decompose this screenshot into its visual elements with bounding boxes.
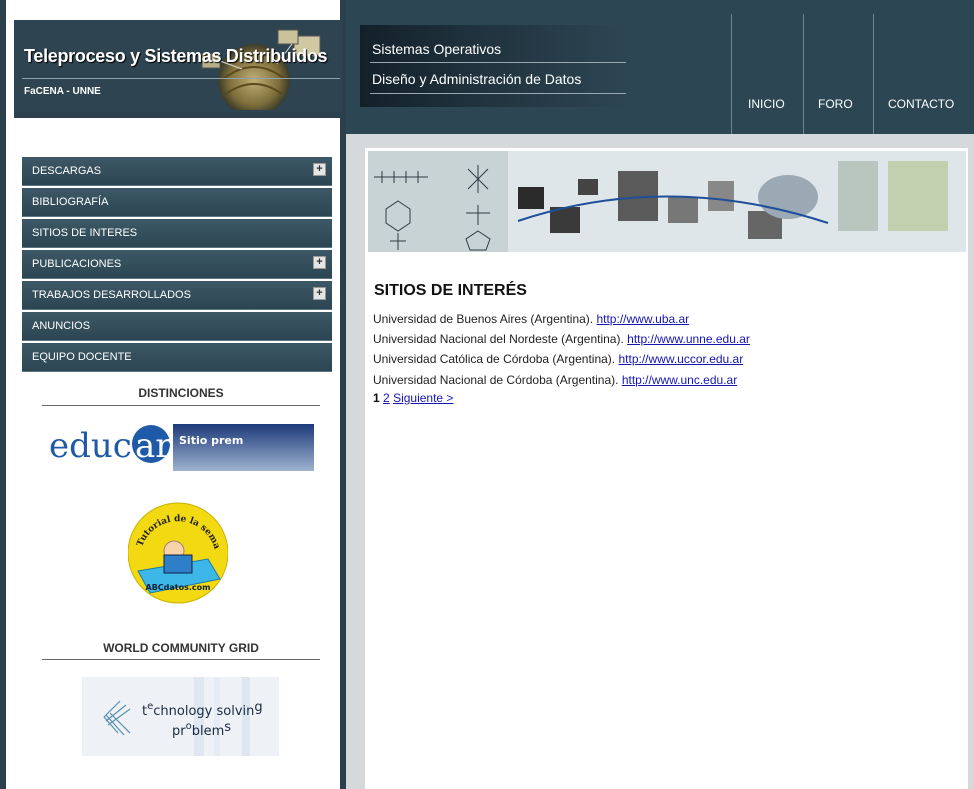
- site-subtitle: FaCENA - UNNE: [24, 86, 101, 97]
- sidebar-menu-label: BIBLIOGRAFÍA: [32, 196, 109, 208]
- site-name: Universidad Católica de Córdoba (Argenti…: [373, 352, 616, 366]
- site-row: Universidad Nacional del Nordeste (Argen…: [373, 332, 750, 346]
- nav-separator: [873, 14, 874, 134]
- sidebar-menu-item[interactable]: EQUIPO DOCENTE: [22, 343, 332, 372]
- site-link[interactable]: http://www.uba.ar: [596, 312, 689, 326]
- network-banner-image: [368, 151, 966, 252]
- wcg-text-line1-b: chnology solvin: [153, 704, 254, 719]
- wcg-text-line2-a: pr: [172, 724, 186, 739]
- nav-separator: [731, 14, 732, 134]
- nav-foro[interactable]: FORO: [818, 97, 853, 111]
- wcg-text-line2-sub: s: [224, 720, 231, 735]
- nav-diseno-datos[interactable]: Diseño y Administración de Datos: [372, 71, 581, 87]
- network-globe-icon: [201, 29, 321, 110]
- sidebar-menu-label: PUBLICACIONES: [32, 258, 122, 270]
- educar-premium-text: Sitio prem: [179, 434, 243, 447]
- current-page: 1: [373, 391, 380, 405]
- subject-nav-divider: [370, 62, 626, 63]
- wcg-rule: [42, 659, 320, 660]
- tutorial-bottom-text: ABCdatos.com: [146, 583, 211, 592]
- distinciones-heading: DISTINCIONES: [138, 386, 224, 400]
- site-row: Universidad Nacional de Córdoba (Argenti…: [373, 373, 737, 387]
- sidebar-menu-label: TRABAJOS DESARROLLADOS: [32, 289, 191, 301]
- header-divider: [22, 78, 340, 79]
- page-2-link[interactable]: 2: [383, 391, 390, 405]
- sidebar-menu-item[interactable]: BIBLIOGRAFÍA: [22, 188, 332, 217]
- subject-nav-divider: [370, 93, 626, 94]
- site-row: Universidad de Buenos Aires (Argentina).…: [373, 312, 689, 326]
- distinciones-rule: [42, 405, 320, 406]
- nav-sistemas-operativos[interactable]: Sistemas Operativos: [372, 41, 501, 57]
- subject-nav: Sistemas Operativos Diseño y Administrac…: [360, 25, 628, 107]
- site-link[interactable]: http://www.unc.edu.ar: [622, 373, 737, 387]
- sidebar-menu-label: SITIOS DE INTERES: [32, 227, 138, 239]
- educar-badge[interactable]: educ ar Sitio prem: [47, 424, 314, 471]
- next-page-link[interactable]: Siguiente >: [393, 391, 453, 405]
- site-link[interactable]: http://www.unne.edu.ar: [627, 332, 750, 346]
- world-community-grid-badge[interactable]: technology solving problems: [82, 677, 279, 756]
- sidebar-menu-label: ANUNCIOS: [32, 320, 91, 332]
- sidebar-menu-item[interactable]: PUBLICACIONES +: [22, 250, 332, 279]
- expand-plus-icon[interactable]: +: [313, 287, 326, 300]
- site-name: Universidad Nacional del Nordeste (Argen…: [373, 332, 624, 346]
- sidebar-menu-item[interactable]: TRABAJOS DESARROLLADOS +: [22, 281, 332, 310]
- left-rail: [0, 0, 6, 789]
- site-link[interactable]: http://www.uccor.edu.ar: [618, 352, 743, 366]
- site-name: Universidad Nacional de Córdoba (Argenti…: [373, 373, 619, 387]
- site-header: Teleproceso y Sistemas Distribuidos FaCE…: [14, 20, 342, 118]
- sidebar-menu-item[interactable]: ANUNCIOS: [22, 312, 332, 341]
- wcg-heading: WORLD COMMUNITY GRID: [103, 641, 259, 655]
- nav-contacto[interactable]: CONTACTO: [888, 97, 954, 111]
- sidebar-menu-item[interactable]: DESCARGAS +: [22, 157, 332, 186]
- sidebar-menu-item[interactable]: SITIOS DE INTERES: [22, 219, 332, 248]
- wcg-text-line2-b: blem: [192, 724, 225, 739]
- expand-plus-icon[interactable]: +: [313, 163, 326, 176]
- educar-logo-circle-text: ar: [135, 426, 172, 466]
- left-sidebar: Teleproceso y Sistemas Distribuidos FaCE…: [0, 0, 346, 789]
- site-name: Universidad de Buenos Aires (Argentina).: [373, 312, 594, 326]
- expand-plus-icon[interactable]: +: [313, 256, 326, 269]
- sidebar-menu-label: EQUIPO DOCENTE: [32, 351, 132, 363]
- site-row: Universidad Católica de Córdoba (Argenti…: [373, 352, 743, 366]
- pagination: 1 2 Siguiente >: [373, 391, 453, 405]
- tutorial-award-badge[interactable]: Tutorial de la semana ABCdatos.com: [128, 497, 228, 609]
- sidebar-menu-label: DESCARGAS: [32, 165, 102, 177]
- nav-separator: [803, 14, 804, 134]
- sidebar-menu: DESCARGAS + BIBLIOGRAFÍA SITIOS DE INTERES P…: [22, 157, 332, 374]
- nav-inicio[interactable]: INICIO: [748, 97, 785, 111]
- page-title: SITIOS DE INTERÉS: [374, 282, 527, 299]
- site-title: Teleproceso y Sistemas Distribuidos: [24, 46, 328, 66]
- educar-logo-text: educ: [49, 426, 132, 466]
- wcg-text-line1-sub: g: [254, 700, 262, 715]
